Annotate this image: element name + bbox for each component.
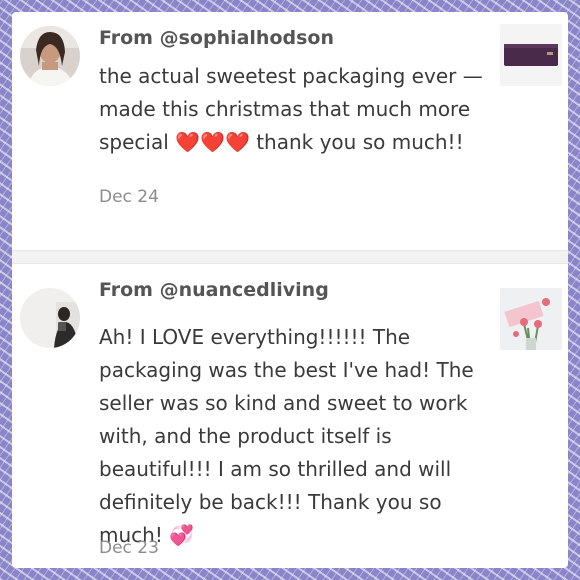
product-thumbnail[interactable]: [500, 24, 562, 86]
review-item: From @nuancedliving Ah! I LOVE everythin…: [12, 262, 568, 568]
review-item: From @sophialhodson the actual sweetest …: [12, 12, 568, 250]
reviewer-username[interactable]: From @nuancedliving: [99, 279, 329, 301]
reviewer-avatar[interactable]: [20, 26, 80, 86]
reviews-card: From @sophialhodson the actual sweetest …: [12, 12, 568, 568]
product-thumbnail[interactable]: [500, 288, 562, 350]
review-date: Dec 24: [99, 187, 159, 207]
reviewer-avatar[interactable]: [20, 288, 80, 348]
review-text: Ah! I LOVE everything!!!!!! The packagin…: [99, 325, 474, 547]
review-date: Dec 23: [99, 538, 159, 558]
reviewer-username[interactable]: From @sophialhodson: [99, 27, 334, 49]
review-text: the actual sweetest packaging ever —made…: [99, 64, 483, 154]
